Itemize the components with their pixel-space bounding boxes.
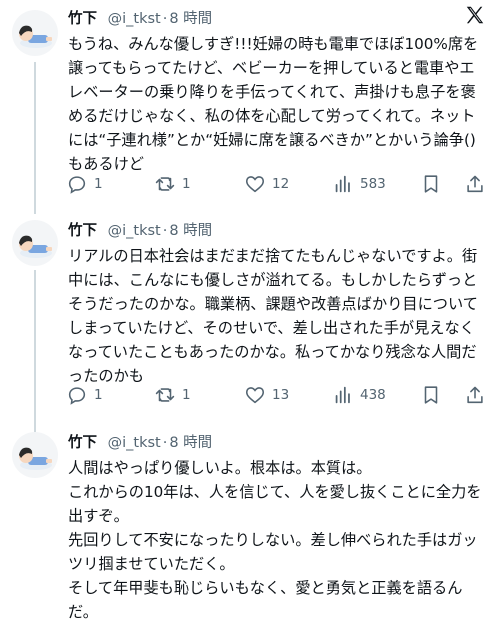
- share-button[interactable]: [464, 171, 486, 197]
- bookmark-icon: [424, 386, 438, 404]
- bookmark-icon: [424, 175, 438, 193]
- tweet-text: もうね、みんな優しすぎ!!!妊婦の時も電車でほぼ100%席を譲ってもらってたけど…: [68, 35, 479, 173]
- tweet-text: リアルの日本社会はまだまだ捨てたもんじゃないですよ。街中には、こんなにも優しさが…: [68, 247, 478, 385]
- reply-count: 1: [94, 387, 103, 403]
- author-name[interactable]: 竹下: [68, 223, 97, 239]
- separator-dot: ·: [162, 435, 168, 451]
- reply-button[interactable]: 1: [66, 382, 103, 408]
- retweet-count: 1: [182, 176, 191, 192]
- tweet[interactable]: 竹下 @i_tkst · 8 時間 もうね、みんな優しすぎ!!!妊婦の時も電車でほぼ…: [0, 6, 500, 206]
- author-name[interactable]: 竹下: [68, 435, 97, 451]
- author-handle[interactable]: @i_tkst: [108, 223, 161, 239]
- views-count: 438: [360, 387, 386, 403]
- retweet-button[interactable]: 1: [154, 171, 191, 197]
- reply-icon: [68, 176, 86, 194]
- like-count: 13: [272, 387, 290, 403]
- separator-dot: ·: [162, 11, 168, 27]
- views-icon: [335, 386, 350, 404]
- avatar[interactable]: [12, 432, 58, 478]
- retweet-icon: [155, 177, 175, 191]
- like-icon: [245, 176, 265, 193]
- share-icon: [467, 175, 483, 193]
- views-count: 583: [360, 176, 386, 192]
- tweet[interactable]: 竹下 @i_tkst · 8 時間 人間はやっぱり優しいよ。根本は。本質は。 これか…: [0, 430, 500, 621]
- share-icon: [467, 386, 483, 404]
- retweet-button[interactable]: 1: [154, 382, 191, 408]
- timestamp[interactable]: 8 時間: [169, 11, 212, 27]
- author-handle[interactable]: @i_tkst: [108, 435, 161, 451]
- tweet-thread: 竹下 @i_tkst · 8 時間 もうね、みんな優しすぎ!!!妊婦の時も電車でほぼ…: [0, 0, 500, 621]
- retweet-count: 1: [182, 387, 191, 403]
- views-button[interactable]: 583: [332, 171, 386, 197]
- author-name[interactable]: 竹下: [68, 11, 97, 27]
- share-button[interactable]: [464, 382, 486, 408]
- author-handle[interactable]: @i_tkst: [108, 11, 161, 27]
- like-button[interactable]: 12: [244, 171, 289, 197]
- views-icon: [335, 175, 350, 193]
- reply-count: 1: [94, 176, 103, 192]
- avatar[interactable]: [12, 220, 58, 266]
- retweet-icon: [155, 388, 175, 402]
- like-icon: [245, 387, 265, 404]
- tweet-text: 人間はやっぱり優しいよ。根本は。本質は。 これからの10年は、人を信じて、人を愛…: [68, 459, 482, 621]
- tweet[interactable]: 竹下 @i_tkst · 8 時間 リアルの日本社会はまだまだ捨てたもんじゃないです…: [0, 218, 500, 418]
- separator-dot: ·: [162, 223, 168, 239]
- reply-button[interactable]: 1: [66, 171, 103, 197]
- avatar[interactable]: [12, 10, 58, 56]
- tweet-actions: 1 1 12 583: [62, 171, 492, 197]
- timestamp[interactable]: 8 時間: [169, 223, 212, 239]
- timestamp[interactable]: 8 時間: [169, 435, 212, 451]
- views-button[interactable]: 438: [332, 382, 386, 408]
- tweet-actions: 1 1 13 438: [62, 382, 492, 408]
- bookmark-button[interactable]: [420, 171, 442, 197]
- bookmark-button[interactable]: [420, 382, 442, 408]
- reply-icon: [68, 387, 86, 405]
- like-button[interactable]: 13: [244, 382, 289, 408]
- like-count: 12: [272, 176, 290, 192]
